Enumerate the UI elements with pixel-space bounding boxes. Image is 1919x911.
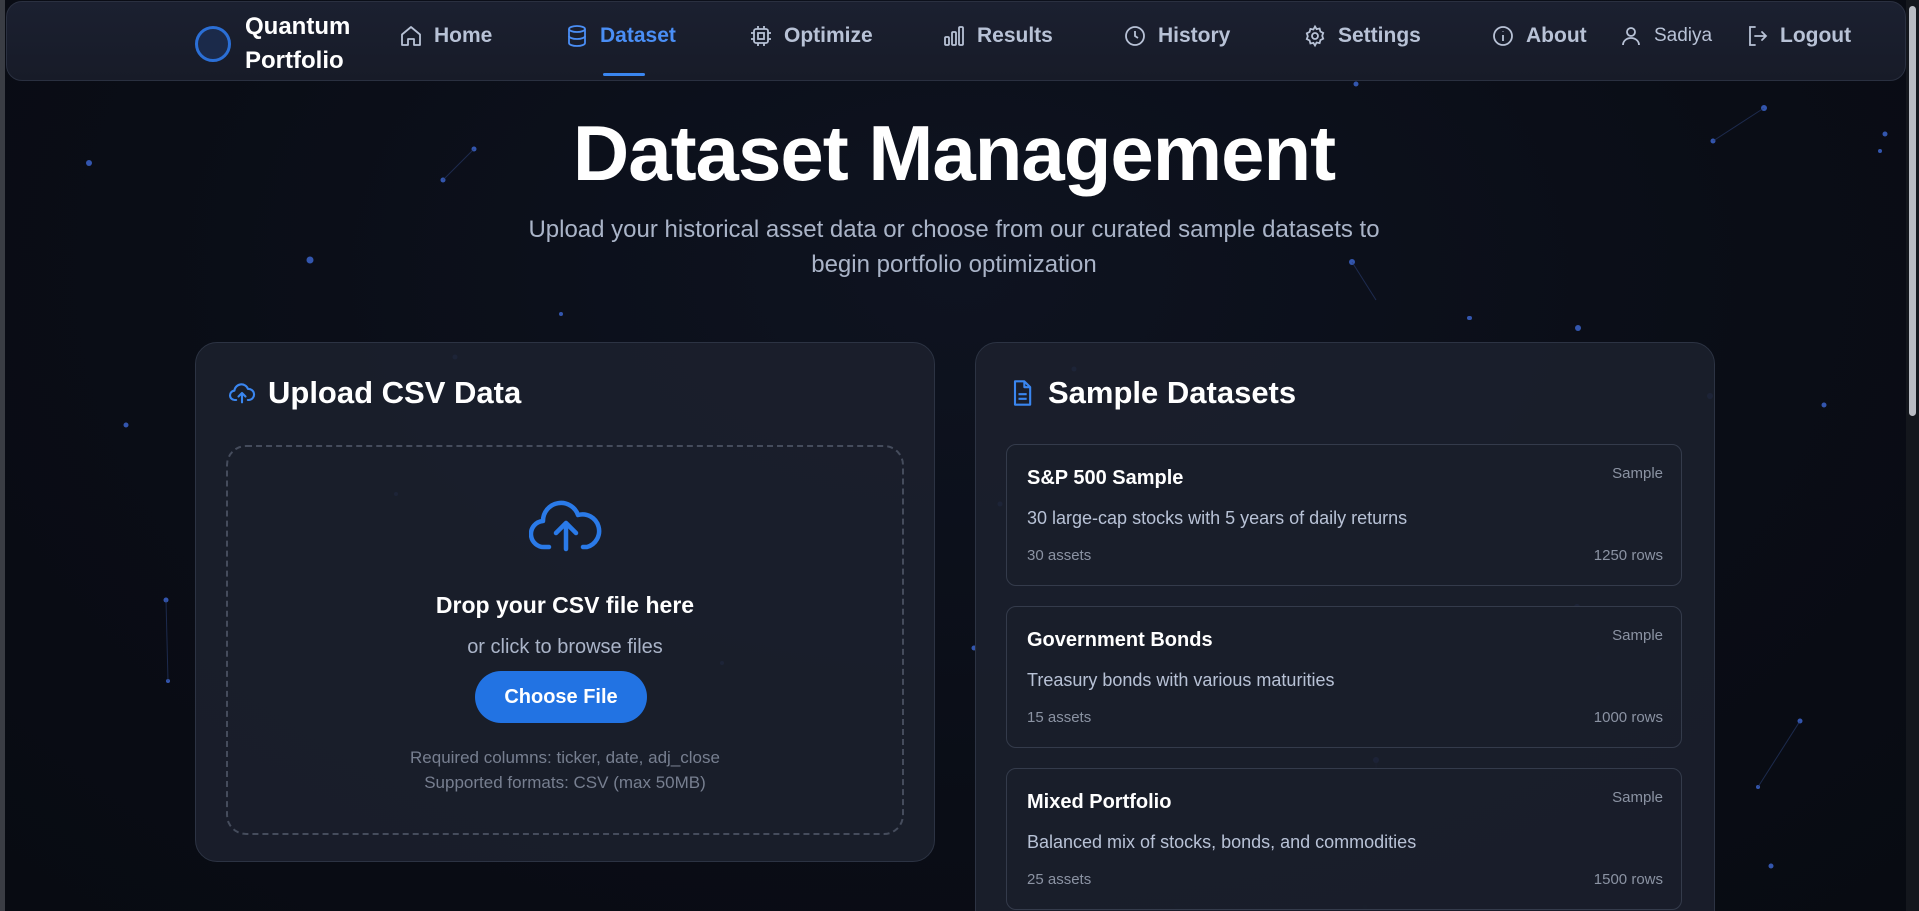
database-icon [568, 25, 586, 47]
nav-settings[interactable]: Settings [1303, 24, 1421, 48]
dataset-badge: Sample [1612, 627, 1663, 644]
logout-button[interactable]: Logout [1745, 24, 1851, 48]
top-navbar: Quantum Portfolio Home Dataset Optimize … [6, 1, 1906, 81]
required-columns-text: Required columns: ticker, date, adj_clos… [410, 748, 720, 767]
dataset-badge: Sample [1612, 789, 1663, 806]
nav-history-label: History [1158, 24, 1231, 47]
brand-name-line1: Quantum [245, 13, 351, 40]
dataset-name: S&P 500 Sample [1027, 467, 1184, 489]
logout-label: Logout [1780, 24, 1852, 47]
cloud-upload-icon [529, 500, 602, 552]
bar-chart-icon [944, 26, 964, 46]
gear-icon [1305, 24, 1325, 48]
sample-dataset-item[interactable]: Government Bonds Sample Treasury bonds w… [1006, 606, 1682, 748]
dropzone-requirements: Required columns: ticker, date, adj_clos… [228, 745, 902, 795]
brand-logo-icon [195, 26, 231, 62]
brand-name-line2: Portfolio [245, 47, 344, 74]
sample-datasets-header: Sample Datasets [1008, 375, 1296, 411]
dataset-row-count: 1250 rows [1593, 547, 1663, 564]
upload-card: Upload CSV Data Drop your CSV file here … [195, 342, 935, 862]
brand[interactable]: Quantum Portfolio [195, 10, 350, 78]
nav-dataset-label: Dataset [600, 24, 676, 47]
page-subtitle-line1: Upload your historical asset data or cho… [528, 216, 1380, 243]
scrollbar-thumb[interactable] [1909, 6, 1916, 416]
cloud-upload-icon [229, 383, 256, 404]
document-icon [1013, 380, 1032, 406]
user-name: Sadiya [1654, 25, 1713, 46]
csv-dropzone[interactable]: Drop your CSV file here or click to brow… [226, 445, 904, 835]
nav-active-indicator [603, 73, 645, 76]
nav-results-label: Results [977, 24, 1053, 47]
dropzone-title: Drop your CSV file here [435, 592, 695, 618]
dataset-name: Government Bonds [1027, 629, 1213, 651]
dataset-description: Balanced mix of stocks, bonds, and commo… [1027, 832, 1417, 852]
nav-settings-label: Settings [1338, 24, 1421, 47]
upload-card-header: Upload CSV Data [228, 375, 521, 411]
dataset-description: 30 large-cap stocks with 5 years of dail… [1027, 508, 1408, 528]
dataset-badge: Sample [1612, 465, 1663, 482]
sample-dataset-item[interactable]: S&P 500 Sample Sample 30 large-cap stock… [1006, 444, 1682, 586]
nav-home[interactable]: Home [399, 24, 492, 48]
nav-results[interactable]: Results [942, 24, 1053, 48]
page-subtitle-line2: begin portfolio optimization [811, 251, 1097, 278]
dataset-asset-count: 30 assets [1027, 547, 1092, 564]
dataset-row-count: 1000 rows [1593, 709, 1663, 726]
page-subtitle: Upload your historical asset data or cho… [460, 212, 1448, 282]
info-icon [1493, 26, 1513, 46]
nav-dataset[interactable]: Dataset [565, 24, 676, 48]
page-title: Dataset Management [572, 109, 1336, 197]
app-window: Quantum Portfolio Home Dataset Optimize … [0, 0, 1919, 911]
supported-formats-text: Supported formats: CSV (max 50MB) [424, 773, 706, 792]
upload-card-title: Upload CSV Data [268, 375, 522, 410]
dataset-asset-count: 15 assets [1027, 709, 1092, 726]
dataset-description: Treasury bonds with various maturities [1027, 670, 1335, 690]
user-icon [1622, 27, 1640, 46]
user-menu[interactable]: Sadiya [1619, 24, 1712, 48]
nav-about-label: About [1526, 24, 1587, 47]
nav-about[interactable]: About [1491, 24, 1587, 48]
sample-datasets-card: Sample Datasets S&P 500 Sample Sample 30… [975, 342, 1715, 911]
sample-datasets-title: Sample Datasets [1048, 375, 1297, 410]
dataset-asset-count: 25 assets [1027, 871, 1092, 888]
dataset-row-count: 1500 rows [1593, 871, 1663, 888]
dataset-name: Mixed Portfolio [1027, 791, 1172, 813]
nav-optimize[interactable]: Optimize [749, 24, 873, 48]
nav-history[interactable]: History [1123, 24, 1230, 48]
nav-home-label: Home [434, 24, 493, 47]
page-scrollbar[interactable] [1906, 0, 1919, 911]
nav-optimize-label: Optimize [784, 24, 873, 47]
clock-icon [1125, 26, 1145, 46]
home-icon [401, 26, 421, 46]
cpu-icon [751, 26, 771, 46]
brand-name: Quantum Portfolio [245, 10, 350, 78]
sample-dataset-item[interactable]: Mixed Portfolio Sample Balanced mix of s… [1006, 768, 1682, 910]
logout-icon [1749, 26, 1768, 46]
choose-file-button[interactable]: Choose File [475, 671, 647, 723]
dropzone-subtitle: or click to browse files [467, 636, 663, 658]
